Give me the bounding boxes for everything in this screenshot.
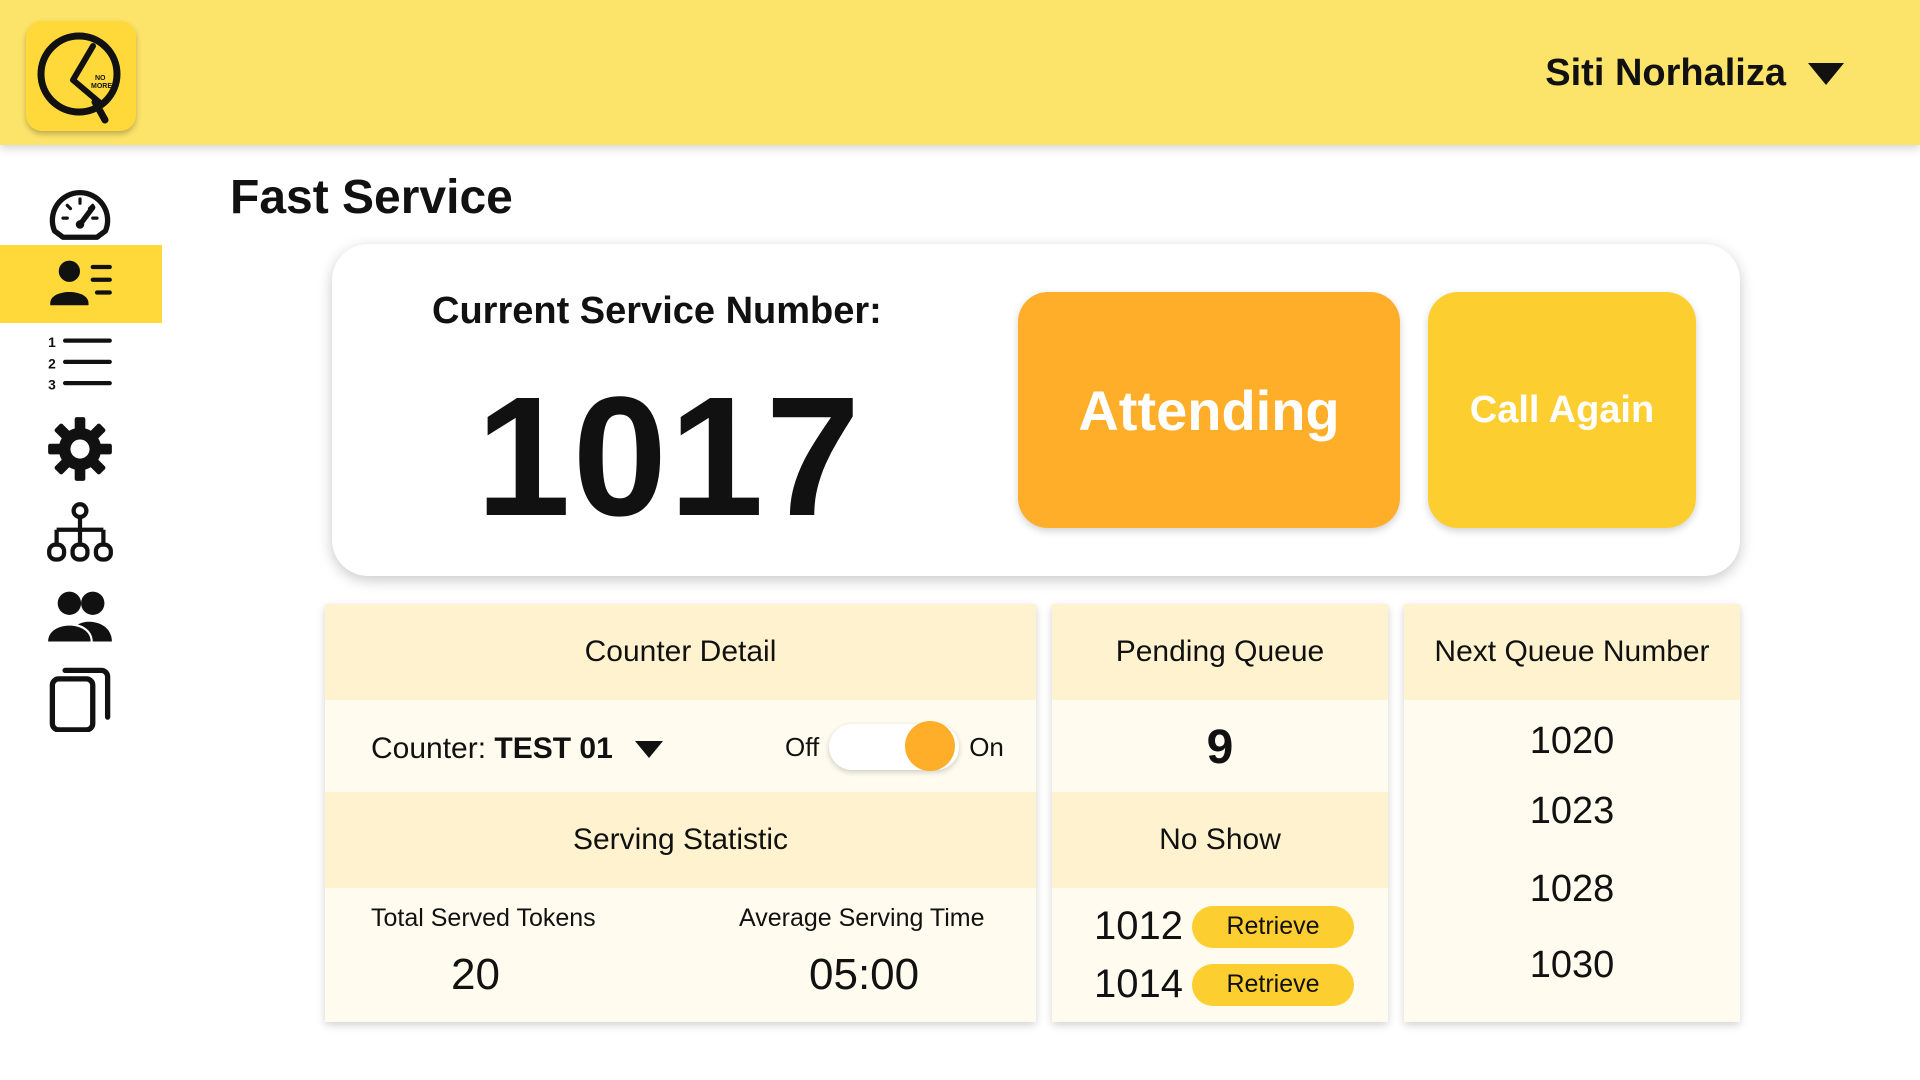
retrieve-button[interactable]: Retrieve xyxy=(1192,963,1354,1006)
total-served-value: 20 xyxy=(451,950,500,999)
app-logo[interactable]: NO MORE xyxy=(26,21,136,131)
logo-text-no: NO xyxy=(95,75,106,82)
no-show-number: 1014 xyxy=(1094,962,1183,1006)
sidebar-item-documents[interactable] xyxy=(0,659,162,737)
pending-queue-panel: Pending Queue 9 No Show 1012 Retrieve 10… xyxy=(1052,604,1388,1022)
dashboard-gauge-icon xyxy=(49,190,111,240)
logo-text-more: MORE xyxy=(91,83,112,90)
next-queue-heading: Next Queue Number xyxy=(1404,604,1740,700)
current-service-card: Current Service Number: 1017 Attending C… xyxy=(332,244,1740,576)
gear-icon xyxy=(48,417,112,481)
avg-serving-value: 05:00 xyxy=(809,950,920,999)
list-item: 1012 Retrieve xyxy=(1094,904,1354,949)
counter-detail-panel: Counter Detail Counter: TEST 01 Off On S… xyxy=(325,604,1036,1022)
toggle-off-label: Off xyxy=(785,731,820,762)
svg-text:2: 2 xyxy=(48,355,56,371)
sidebar-item-user-list[interactable] xyxy=(0,245,162,323)
counter-toggle-group: Off On xyxy=(785,721,1004,771)
clock-logo-icon: NO MORE xyxy=(37,32,121,124)
sidebar-item-dashboard[interactable] xyxy=(0,177,162,255)
avg-serving-label: Average Serving Time xyxy=(739,904,985,932)
retrieve-button[interactable]: Retrieve xyxy=(1192,905,1354,948)
sidebar-item-queue-list[interactable]: 1 2 3 xyxy=(0,325,162,403)
no-show-heading: No Show xyxy=(1052,792,1388,888)
counter-detail-heading: Counter Detail xyxy=(325,604,1036,700)
chevron-down-icon xyxy=(1808,62,1844,85)
numbered-list-icon: 1 2 3 xyxy=(48,334,112,393)
current-service-number: 1017 xyxy=(476,362,863,552)
pending-queue-heading: Pending Queue xyxy=(1052,604,1388,700)
top-bar: NO MORE Siti Norhaliza xyxy=(0,0,1920,145)
next-queue-panel: Next Queue Number 1020 1023 1028 1030 xyxy=(1404,604,1740,1022)
user-menu[interactable]: Siti Norhaliza xyxy=(1545,52,1844,95)
toggle-knob xyxy=(905,721,956,771)
user-list-icon xyxy=(50,260,112,306)
svg-text:3: 3 xyxy=(48,377,56,393)
chevron-down-icon xyxy=(634,740,663,758)
user-name: Siti Norhaliza xyxy=(1545,52,1786,94)
next-queue-number: 1028 xyxy=(1529,868,1615,910)
next-queue-number: 1020 xyxy=(1529,720,1615,762)
counter-on-off-toggle[interactable] xyxy=(829,721,960,771)
counter-label: Counter: TEST 01 xyxy=(371,732,613,766)
next-queue-number: 1030 xyxy=(1529,944,1615,986)
sidebar-item-hierarchy[interactable] xyxy=(0,495,162,573)
no-show-number: 1012 xyxy=(1094,904,1183,948)
list-item: 1014 Retrieve xyxy=(1094,962,1354,1007)
attending-button[interactable]: Attending xyxy=(1018,292,1400,528)
sidebar-item-users[interactable] xyxy=(0,577,162,655)
call-again-button[interactable]: Call Again xyxy=(1428,292,1696,528)
next-queue-number: 1023 xyxy=(1529,790,1615,832)
serving-statistic-heading: Serving Statistic xyxy=(325,792,1036,888)
counter-value: TEST 01 xyxy=(494,732,613,765)
total-served-label: Total Served Tokens xyxy=(371,904,596,932)
page-title: Fast Service xyxy=(230,171,513,224)
current-service-label: Current Service Number: xyxy=(432,290,882,332)
counter-prefix: Counter: xyxy=(371,732,487,765)
pending-queue-count: 9 xyxy=(1206,721,1234,774)
copy-icon xyxy=(49,667,111,732)
hierarchy-icon xyxy=(47,502,113,562)
counter-select[interactable]: Counter: TEST 01 xyxy=(371,732,663,766)
users-icon xyxy=(48,591,112,642)
svg-text:1: 1 xyxy=(48,334,56,350)
sidebar-item-settings[interactable] xyxy=(0,410,162,488)
toggle-on-label: On xyxy=(969,731,1004,762)
